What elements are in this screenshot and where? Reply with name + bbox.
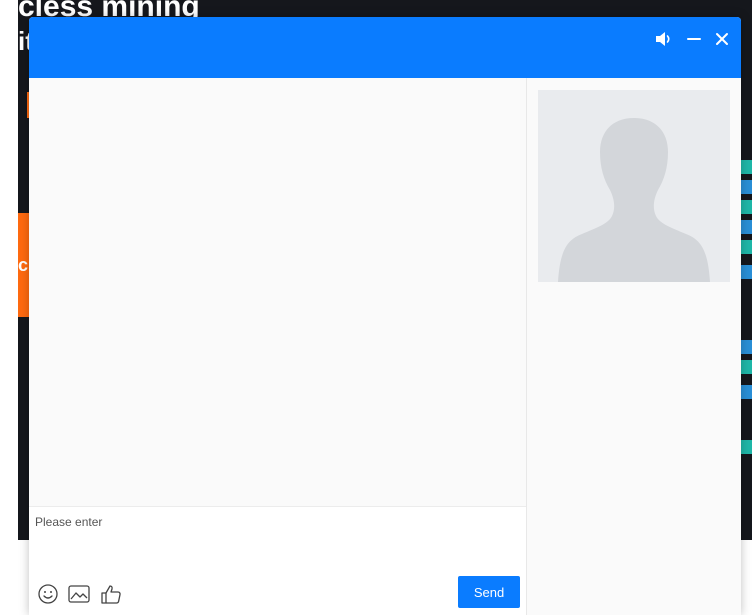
emoji-icon[interactable] bbox=[37, 583, 59, 605]
message-area bbox=[29, 78, 526, 506]
thumbs-up-icon[interactable] bbox=[99, 583, 123, 605]
message-input[interactable] bbox=[35, 515, 515, 565]
input-toolbar bbox=[37, 583, 123, 605]
input-area: Send bbox=[29, 506, 526, 615]
person-silhouette-icon bbox=[558, 118, 710, 282]
send-button[interactable]: Send bbox=[458, 576, 520, 608]
agent-panel bbox=[526, 78, 741, 615]
minimize-icon[interactable] bbox=[687, 31, 701, 47]
chat-header[interactable] bbox=[29, 17, 741, 78]
chat-window: Send bbox=[29, 17, 741, 615]
background-cta-label: c bbox=[18, 255, 29, 275]
image-icon[interactable] bbox=[67, 583, 91, 605]
sound-icon[interactable] bbox=[655, 31, 673, 47]
close-icon[interactable] bbox=[715, 31, 729, 47]
header-controls bbox=[655, 29, 729, 49]
agent-avatar bbox=[538, 90, 730, 282]
